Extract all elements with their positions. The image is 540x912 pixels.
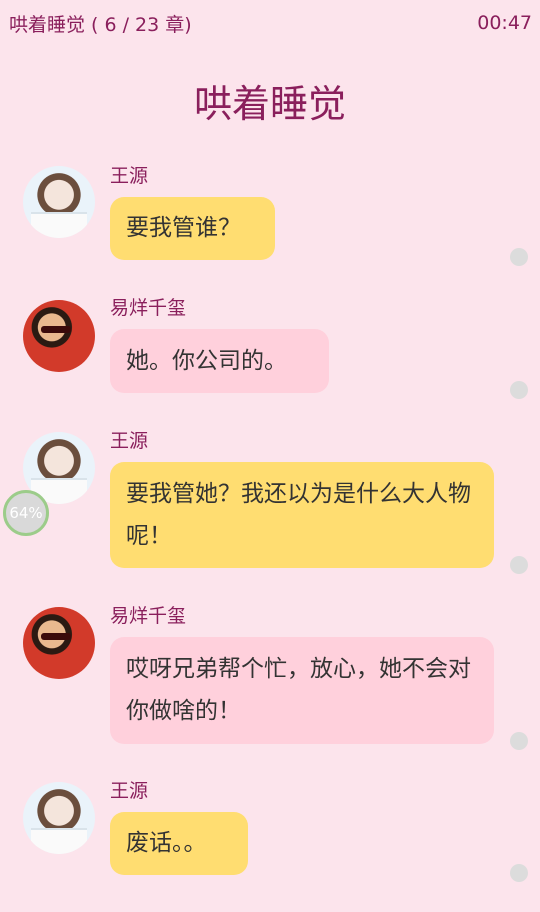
avatar[interactable] <box>23 607 95 679</box>
sender-name: 王源 <box>110 780 149 802</box>
message-bubble[interactable]: 要我管她？我还以为是什么大人物呢！ <box>110 462 494 568</box>
sender-name: 王源 <box>110 165 149 187</box>
comment-dot[interactable] <box>510 556 528 574</box>
avatar[interactable] <box>23 782 95 854</box>
sender-name: 易烊千玺 <box>110 297 187 319</box>
comment-dot[interactable] <box>510 732 528 750</box>
message-bubble[interactable]: 哎呀兄弟帮个忙，放心，她不会对你做啥的！ <box>110 637 494 744</box>
page-title: 哄着睡觉 <box>193 82 346 126</box>
message-bubble[interactable]: 废话。。 <box>110 812 248 875</box>
avatar[interactable] <box>23 300 95 372</box>
comment-dot[interactable] <box>510 381 528 399</box>
reading-progress-badge[interactable]: 64% <box>3 490 49 536</box>
chapter-indicator: 哄着睡觉 ( 6 / 23 章) <box>9 13 192 36</box>
comment-dot[interactable] <box>510 248 528 266</box>
sender-name: 易烊千玺 <box>110 605 187 627</box>
message-bubble[interactable]: 要我管谁？ <box>110 197 275 260</box>
clock: 00:47 <box>477 12 532 34</box>
avatar[interactable] <box>23 166 95 238</box>
sender-name: 王源 <box>110 430 149 452</box>
comment-dot[interactable] <box>510 864 528 882</box>
status-bar: 哄着睡觉 ( 6 / 23 章) 00:47 <box>0 0 540 46</box>
message-bubble[interactable]: 她。你公司的。 <box>110 329 329 393</box>
